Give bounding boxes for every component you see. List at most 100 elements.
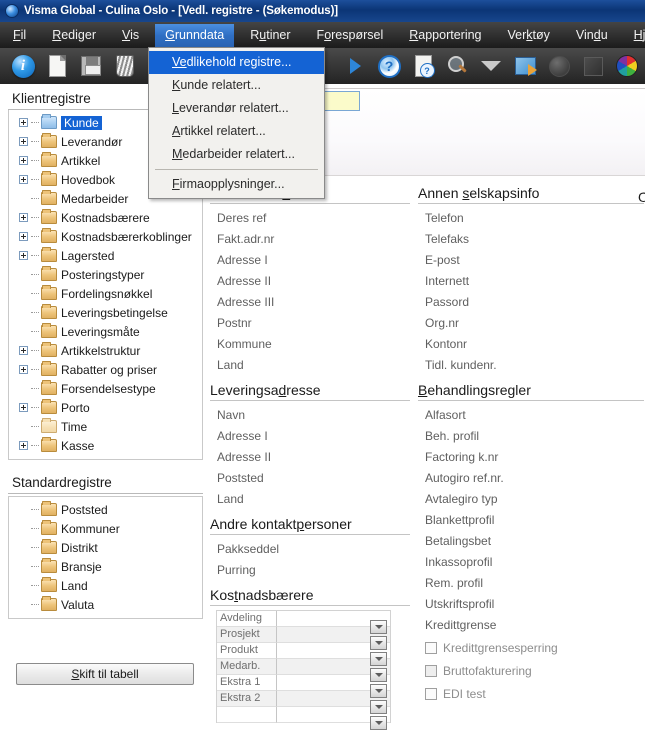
field-label: Fakt.adr.nr — [217, 232, 275, 246]
checkbox-icon[interactable] — [425, 664, 437, 677]
web-button[interactable] — [544, 51, 574, 81]
expand-plus-icon[interactable] — [19, 403, 28, 412]
menu-item-leverand-r-relatert[interactable]: Leverandør relatert... — [149, 97, 324, 120]
filter-button[interactable] — [476, 51, 506, 81]
color-wheel-icon — [616, 55, 638, 77]
menu-vindu[interactable]: Vindu — [566, 24, 618, 47]
grid-row-label — [217, 707, 277, 723]
help-button[interactable]: ? — [374, 51, 404, 81]
grid-dropdown-button[interactable] — [370, 684, 387, 698]
menu-verkt-y[interactable]: Verktøy — [498, 24, 560, 47]
tree-item-lagersted[interactable]: Lagersted — [9, 246, 202, 265]
funnel-icon — [481, 61, 501, 71]
tree-item-kasse[interactable]: Kasse — [9, 436, 202, 455]
folder-icon — [41, 285, 57, 300]
info-button[interactable]: i — [8, 51, 38, 81]
menu-item-artikkel-relatert[interactable]: Artikkel relatert... — [149, 120, 324, 143]
grid-dropdown-button[interactable] — [370, 636, 387, 650]
expand-plus-icon[interactable] — [19, 232, 28, 241]
delete-button[interactable] — [110, 51, 140, 81]
context-help-button[interactable] — [408, 51, 438, 81]
tree-item-time[interactable]: Time — [9, 417, 202, 436]
menu-item-vedlikehold-registre[interactable]: Vedlikehold registre... — [149, 51, 324, 74]
tree-item-label: Leveringsmåte — [61, 324, 140, 339]
save-button[interactable] — [76, 51, 106, 81]
field-label: Rem. profil — [425, 576, 484, 590]
grid-row-label: Ekstra 1 — [217, 675, 277, 691]
menu-hjelp[interactable]: Hjelp — [624, 24, 645, 47]
tree-item-distrikt[interactable]: Distrikt — [9, 538, 202, 557]
note-button[interactable] — [578, 51, 608, 81]
field-label: Navn — [217, 408, 246, 422]
menu-item-firmaopplysninger[interactable]: Firmaopplysninger... — [149, 173, 324, 196]
grid-dropdown-button[interactable] — [370, 700, 387, 714]
field-label: Passord — [425, 295, 470, 309]
field-label: Org.nr — [425, 316, 460, 330]
menu-vis[interactable]: Vis — [112, 24, 149, 47]
expand-plus-icon[interactable] — [19, 346, 28, 355]
tree-item-kostnadsbærere[interactable]: Kostnadsbærere — [9, 208, 202, 227]
checkbox-row[interactable]: Kredittgrensesperring — [418, 636, 644, 659]
chevron-down-icon — [374, 641, 383, 645]
tree-connector — [31, 604, 39, 605]
new-button[interactable] — [42, 51, 72, 81]
menu-fil[interactable]: Fil — [3, 24, 36, 47]
checkbox-icon[interactable] — [425, 641, 437, 654]
tree-item-poststed[interactable]: Poststed — [9, 500, 202, 519]
grid-dropdown-button[interactable] — [370, 620, 387, 634]
folder-icon — [41, 577, 57, 592]
export-icon — [514, 57, 537, 76]
next-button[interactable] — [340, 51, 370, 81]
menu-foresp-rsel[interactable]: Forespørsel — [307, 24, 394, 47]
field-label: Adresse I — [217, 253, 268, 267]
menu-item-medarbeider-relatert[interactable]: Medarbeider relatert... — [149, 143, 324, 166]
expand-plus-icon[interactable] — [19, 137, 28, 146]
tree-item-rabatter-og-priser[interactable]: Rabatter og priser — [9, 360, 202, 379]
chevron-down-icon — [374, 657, 383, 661]
export-button[interactable] — [510, 51, 540, 81]
tree-item-kostnadsbærerkoblinger[interactable]: Kostnadsbærerkoblinger — [9, 227, 202, 246]
menu-item-kunde-relatert[interactable]: Kunde relatert... — [149, 74, 324, 97]
grid-row — [217, 707, 390, 723]
expand-plus-icon[interactable] — [19, 118, 28, 127]
expand-plus-icon[interactable] — [19, 175, 28, 184]
tree-item-land[interactable]: Land — [9, 576, 202, 595]
tree-item-posteringstyper[interactable]: Posteringstyper — [9, 265, 202, 284]
expand-plus-icon[interactable] — [19, 156, 28, 165]
checkbox-row[interactable]: EDI test — [418, 682, 644, 705]
tree-item-porto[interactable]: Porto — [9, 398, 202, 417]
folder-icon — [41, 209, 57, 224]
tree-item-forsendelsestype[interactable]: Forsendelsestype — [9, 379, 202, 398]
switch-to-table-button[interactable]: Skift til tabell — [16, 663, 194, 685]
field-label: Deres ref — [217, 211, 267, 225]
menu-rediger[interactable]: Rediger — [42, 24, 106, 47]
record-number-input[interactable] — [322, 91, 360, 111]
grid-dropdown-button[interactable] — [370, 716, 387, 730]
tree-item-fordelingsnøkkel[interactable]: Fordelingsnøkkel — [9, 284, 202, 303]
field-label: Betalingsbet — [425, 534, 492, 548]
tree-connector — [31, 274, 39, 275]
tree-item-leveringsmåte[interactable]: Leveringsmåte — [9, 322, 202, 341]
expand-plus-icon[interactable] — [19, 251, 28, 260]
app-globe-icon — [5, 4, 19, 18]
search-button[interactable] — [442, 51, 472, 81]
tree-item-leveringsbetingelse[interactable]: Leveringsbetingelse — [9, 303, 202, 322]
grid-dropdown-button[interactable] — [370, 652, 387, 666]
expand-plus-icon[interactable] — [19, 441, 28, 450]
tree-item-bransje[interactable]: Bransje — [9, 557, 202, 576]
menu-rapportering[interactable]: Rapportering — [399, 24, 491, 47]
folder-icon — [41, 342, 57, 357]
magnifier-icon — [446, 55, 468, 77]
folder-icon — [41, 114, 57, 129]
menu-grunndata[interactable]: Grunndata — [155, 23, 235, 47]
expand-plus-icon[interactable] — [19, 213, 28, 222]
menu-rutiner[interactable]: Rutiner — [240, 24, 300, 47]
grid-dropdown-button[interactable] — [370, 668, 387, 682]
checkbox-row[interactable]: Bruttofakturering — [418, 659, 644, 682]
tree-item-artikkelstruktur[interactable]: Artikkelstruktur — [9, 341, 202, 360]
tree-item-valuta[interactable]: Valuta — [9, 595, 202, 614]
checkbox-icon[interactable] — [425, 687, 437, 700]
expand-plus-icon[interactable] — [19, 365, 28, 374]
color-button[interactable] — [612, 51, 642, 81]
tree-item-kommuner[interactable]: Kommuner — [9, 519, 202, 538]
